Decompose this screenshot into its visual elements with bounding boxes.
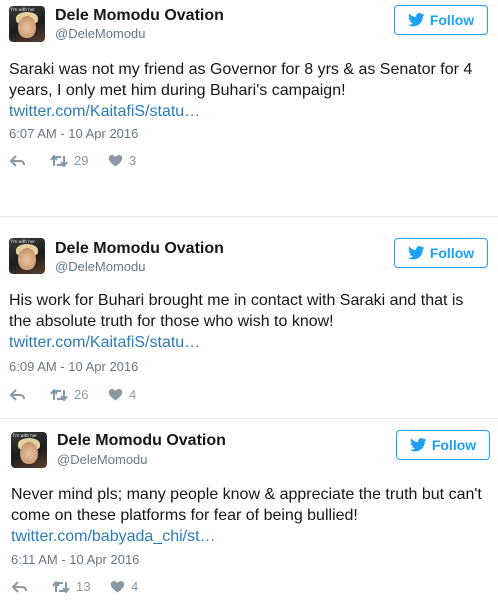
divider <box>0 418 498 419</box>
heart-icon <box>108 154 123 167</box>
reply-icon <box>10 155 25 167</box>
author-name[interactable]: Dele Momodu Ovation <box>55 240 224 258</box>
retweet-count: 13 <box>76 579 91 594</box>
retweet-count: 26 <box>74 387 89 402</box>
tweet-link[interactable]: twitter.com/babyada_chi/st… <box>11 528 216 546</box>
tweet-text-line: the absolute truth for those who wish to… <box>9 313 334 330</box>
author-handle[interactable]: @DeleMomodu <box>55 259 146 274</box>
tweet-text-line: Never mind pls; many people know & appre… <box>11 486 482 503</box>
twitter-bird-icon <box>407 13 425 27</box>
like-button[interactable]: 4 <box>110 579 138 594</box>
reply-button[interactable] <box>12 581 27 593</box>
retweet-icon <box>52 580 70 593</box>
heart-icon <box>110 580 125 593</box>
avatar[interactable]: I'm with her. <box>9 6 45 42</box>
retweet-count: 29 <box>74 153 89 168</box>
twitter-bird-icon <box>407 246 425 260</box>
tweet-text: Never mind pls; many people know & appre… <box>11 484 489 526</box>
twitter-bird-icon <box>409 438 427 452</box>
retweet-icon <box>50 154 68 167</box>
reply-icon <box>10 389 25 401</box>
retweet-button[interactable]: 29 <box>50 153 88 168</box>
timestamp[interactable]: 6:07 AM - 10 Apr 2016 <box>9 126 138 141</box>
divider <box>0 216 498 217</box>
timestamp[interactable]: 6:09 AM - 10 Apr 2016 <box>9 359 138 374</box>
reply-button[interactable] <box>10 155 25 167</box>
tweet-card: I'm with her. Dele Momodu Ovation @DeleM… <box>0 232 498 412</box>
timestamp[interactable]: 6:11 AM - 10 Apr 2016 <box>11 552 139 567</box>
like-count: 4 <box>129 387 137 402</box>
tweet-text-line: His work for Buhari brought me in contac… <box>9 292 464 309</box>
tweet-link[interactable]: twitter.com/KaitafiS/statu… <box>9 103 200 121</box>
reply-icon <box>12 581 27 593</box>
like-count: 4 <box>131 579 139 594</box>
tweet-text: His work for Buhari brought me in contac… <box>9 290 487 332</box>
like-button[interactable]: 4 <box>108 387 136 402</box>
like-count: 3 <box>129 153 137 168</box>
follow-button[interactable]: Follow <box>394 238 488 268</box>
retweet-button[interactable]: 26 <box>50 387 88 402</box>
author-handle[interactable]: @DeleMomodu <box>57 452 148 467</box>
like-button[interactable]: 3 <box>108 153 136 168</box>
avatar[interactable]: I'm with her. <box>11 432 47 468</box>
avatar[interactable]: I'm with her. <box>9 238 45 274</box>
tweet-card: I'm with her. Dele Momodu Ovation @DeleM… <box>0 424 498 604</box>
tweet-text-line: years, I only met him during Buhari's ca… <box>9 82 346 99</box>
retweet-button[interactable]: 13 <box>52 579 90 594</box>
follow-label: Follow <box>429 12 475 28</box>
retweet-icon <box>50 388 68 401</box>
author-name[interactable]: Dele Momodu Ovation <box>55 7 224 25</box>
heart-icon <box>108 388 123 401</box>
author-name[interactable]: Dele Momodu Ovation <box>57 432 226 450</box>
tweet-text-line: come on these platforms for fear of bein… <box>11 507 358 524</box>
follow-button[interactable]: Follow <box>396 430 490 460</box>
tweet-text: Saraki was not my friend as Governor for… <box>9 59 487 101</box>
follow-label: Follow <box>431 437 477 453</box>
author-handle[interactable]: @DeleMomodu <box>55 26 146 41</box>
tweet-text-line: Saraki was not my friend as Governor for… <box>9 61 473 78</box>
tweet-link[interactable]: twitter.com/KaitafiS/statu… <box>9 334 200 352</box>
follow-label: Follow <box>429 245 475 261</box>
follow-button[interactable]: Follow <box>394 5 488 35</box>
tweet-card: I'm with her. Dele Momodu Ovation @DeleM… <box>0 0 498 200</box>
reply-button[interactable] <box>10 389 25 401</box>
